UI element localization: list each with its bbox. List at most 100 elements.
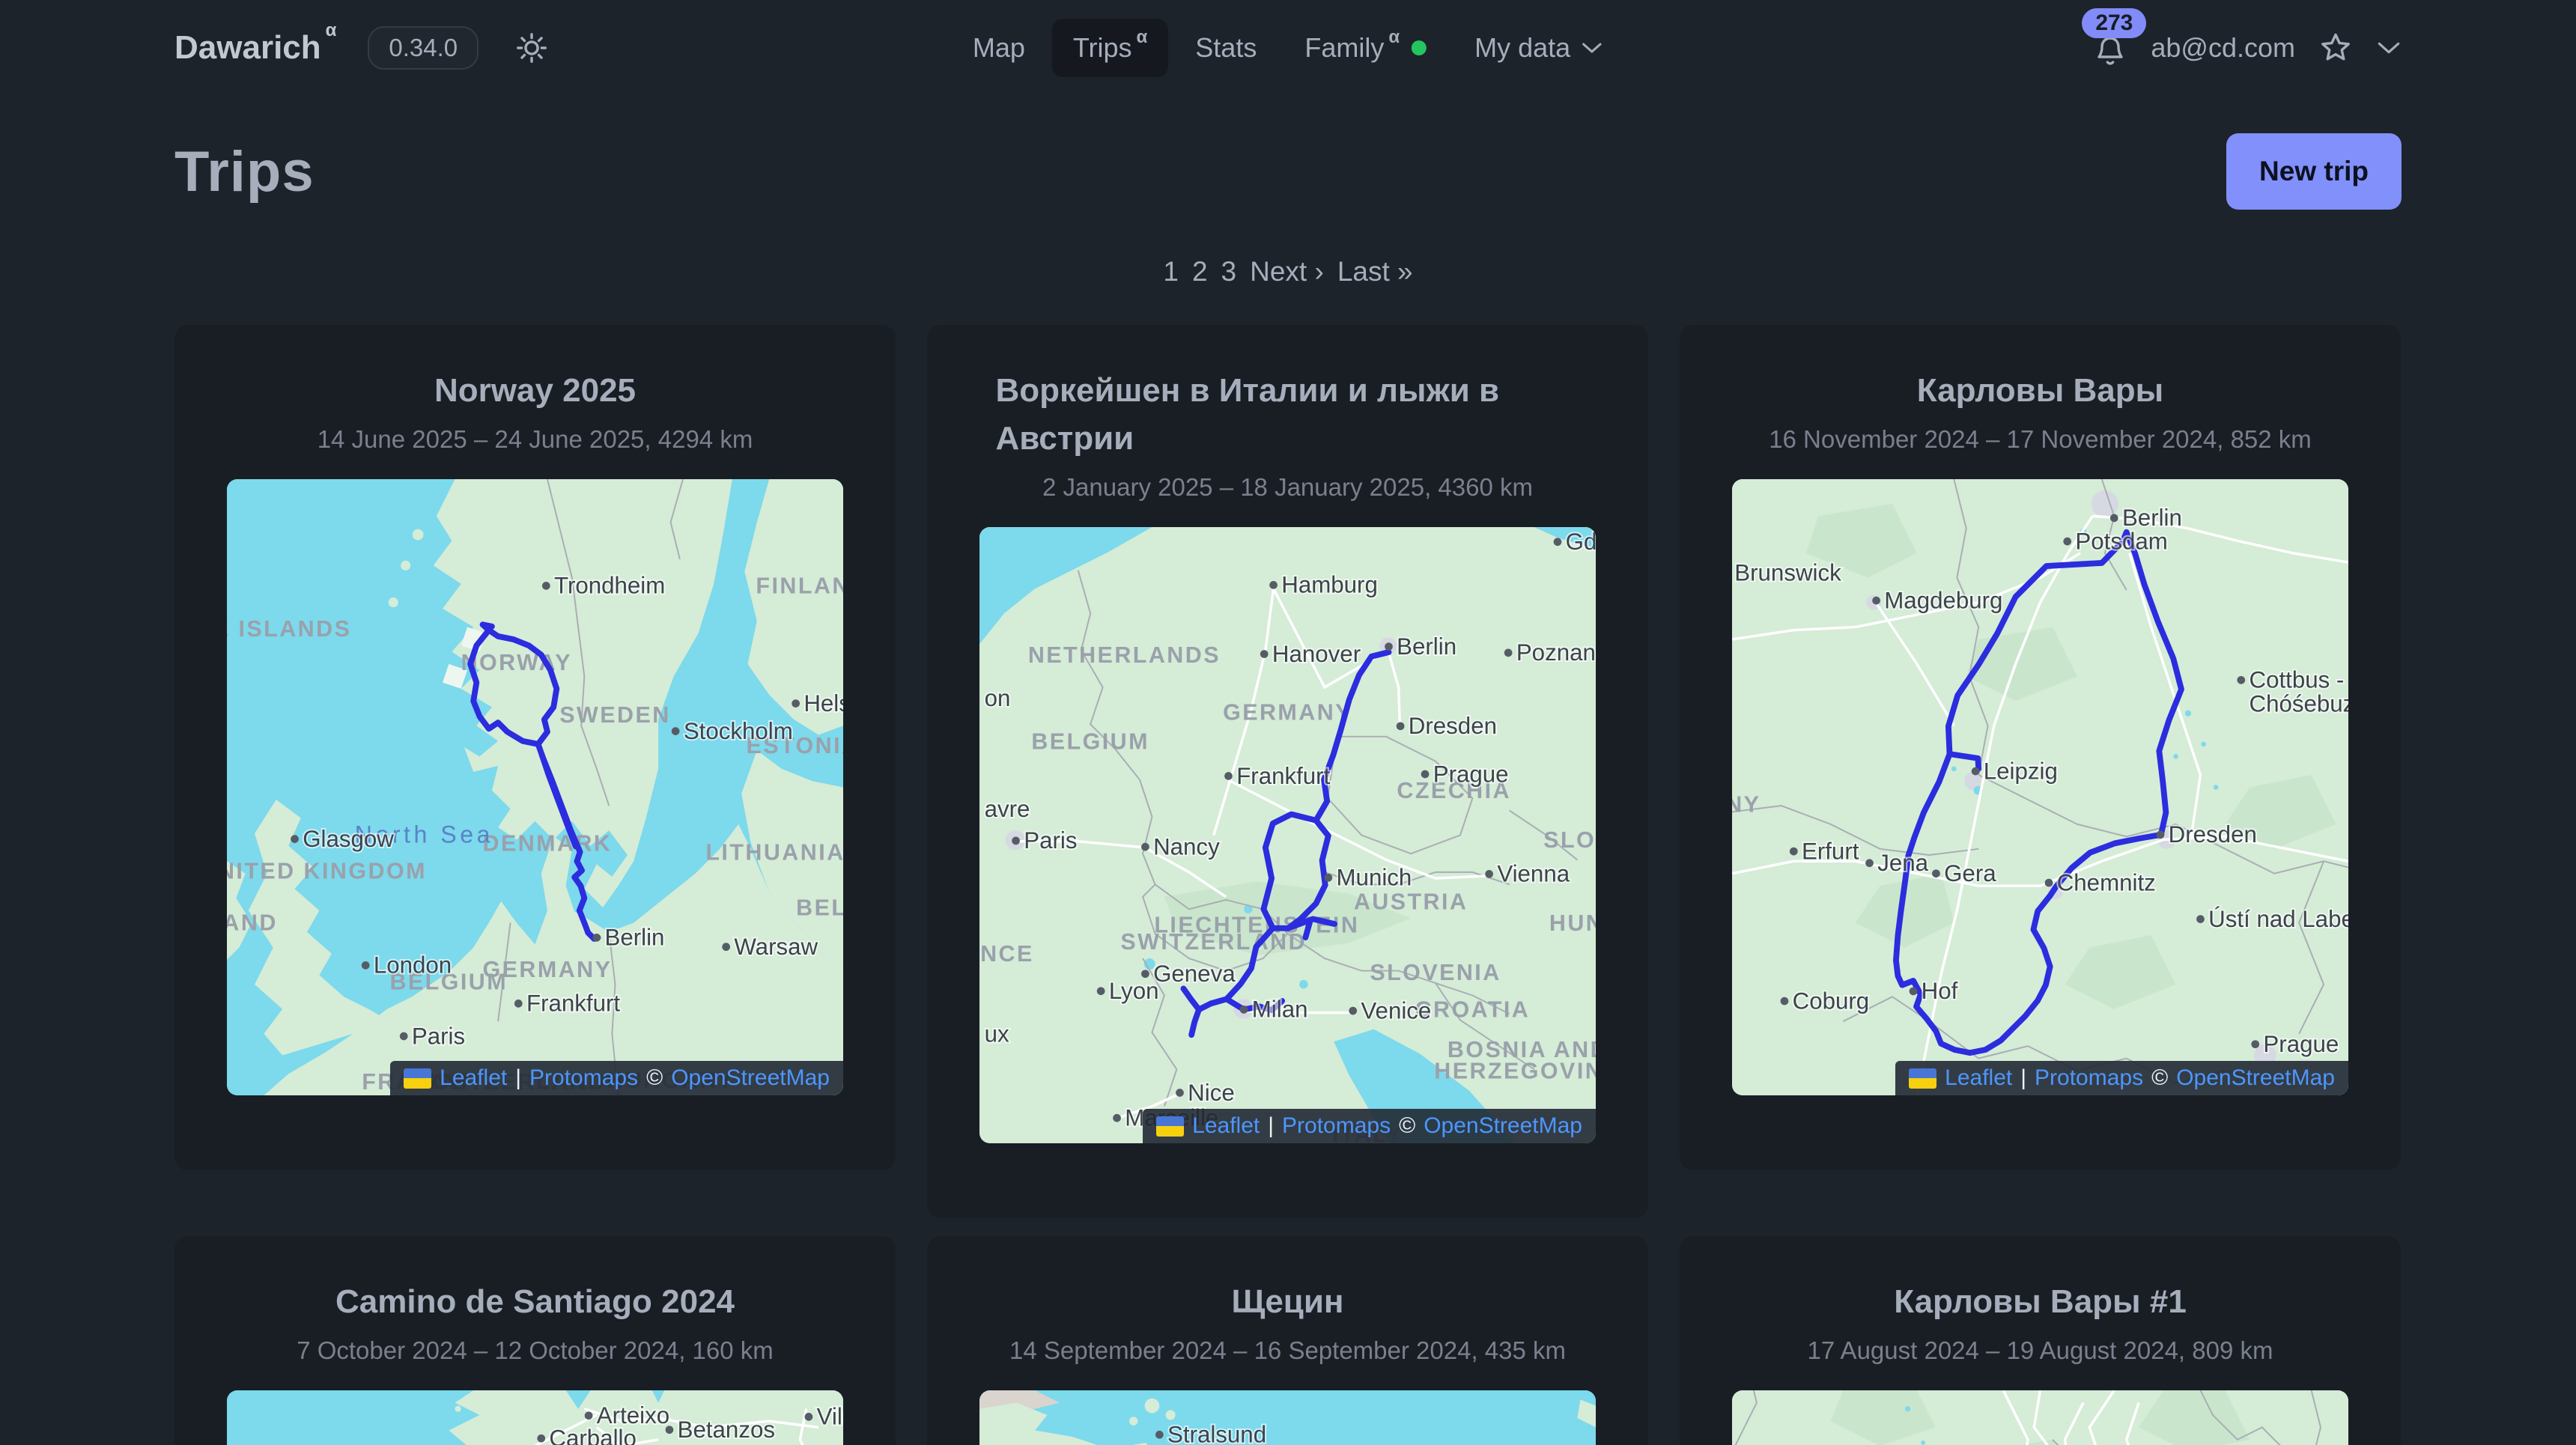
user-menu-chevron-down-icon[interactable]	[2376, 40, 2402, 56]
trip-card[interactable]: Карловы Вары #1 17 August 2024 – 19 Augu…	[1680, 1236, 2401, 1445]
trip-dates: 17 August 2024 – 19 August 2024, 809 km	[1698, 1333, 2383, 1368]
svg-text:London: London	[374, 952, 452, 979]
pagination-link[interactable]: Next ›	[1250, 256, 1324, 288]
svg-text:SLOVA: SLOVA	[1543, 827, 1596, 853]
svg-text:Geneva: Geneva	[1153, 961, 1236, 987]
pagination-link[interactable]: Last »	[1337, 256, 1413, 288]
chevron-down-icon	[1581, 41, 1603, 55]
svg-text:HUNG: HUNG	[1549, 910, 1596, 936]
osm-link[interactable]: OpenStreetMap	[1424, 1113, 1582, 1139]
svg-text:Paris: Paris	[412, 1023, 465, 1049]
trip-map[interactable]: Leaflet | Protomaps © OpenStreetMap	[1732, 1390, 2348, 1445]
user-email[interactable]: ab@cd.com	[2151, 32, 2295, 64]
svg-text:HERZEGOVINA: HERZEGOVINA	[1434, 1059, 1596, 1084]
trip-title: Camino de Santiago 2024	[192, 1278, 878, 1326]
trip-map[interactable]: NETHERLANDSBELGIUMGERMANYCZECHIASLOVAAUS…	[979, 527, 1596, 1143]
page-title: Trips	[174, 139, 315, 204]
svg-text:Chóśebuz: Chóśebuz	[2249, 691, 2348, 717]
nav-item-map[interactable]: Map	[952, 19, 1046, 77]
svg-text:avre: avre	[985, 796, 1030, 822]
svg-text:on: on	[985, 685, 1011, 711]
alpha-badge: α	[1137, 27, 1148, 48]
svg-text:Frankfurt: Frankfurt	[1236, 763, 1330, 789]
copyright-symbol: ©	[2151, 1065, 2168, 1091]
leaflet-link[interactable]: Leaflet	[1945, 1065, 2012, 1091]
svg-text:Coburg: Coburg	[1793, 988, 1870, 1014]
svg-text:Warsaw: Warsaw	[734, 934, 818, 960]
svg-text:Cottbus -: Cottbus -	[2249, 667, 2344, 693]
theme-toggle-sun-icon[interactable]	[514, 31, 549, 65]
svg-text:Dresden: Dresden	[2169, 821, 2257, 848]
svg-text:Helsin: Helsin	[804, 690, 843, 717]
pagination-link[interactable]: 1	[1163, 256, 1179, 288]
trip-card[interactable]: Воркейшен в Италии и лыжи в Австрии 2 Ja…	[927, 325, 1648, 1218]
pagination-link[interactable]: 2	[1192, 256, 1208, 288]
nav-item-trips[interactable]: Tripsα	[1052, 19, 1168, 77]
svg-text:NORWAY: NORWAY	[461, 650, 572, 675]
svg-text:ux: ux	[985, 1021, 1009, 1047]
trip-map[interactable]: NYBerlinPotsdamBrunswickMagdeburgCottbus…	[1732, 479, 2348, 1095]
svg-text:BELA: BELA	[796, 895, 843, 921]
protomaps-link[interactable]: Protomaps	[2035, 1065, 2143, 1091]
svg-text:AUSTRIA: AUSTRIA	[1354, 889, 1468, 914]
map-attribution: Leaflet | Protomaps © OpenStreetMap	[1895, 1061, 2348, 1095]
map-attribution: Leaflet | Protomaps © OpenStreetMap	[390, 1061, 843, 1095]
trip-dates: 14 June 2025 – 24 June 2025, 4294 km	[192, 422, 878, 457]
trip-title: Карловы Вары	[1698, 367, 2383, 415]
map-canvas: NETHERLANDSBELGIUMGERMANYCZECHIASLOVAAUS…	[979, 527, 1596, 1143]
notifications-bell[interactable]: 273	[2092, 20, 2128, 76]
pagination-link[interactable]: 3	[1221, 256, 1237, 288]
svg-text:Brunswick: Brunswick	[1734, 559, 1841, 585]
trip-dates: 16 November 2024 – 17 November 2024, 852…	[1698, 422, 2383, 457]
trip-card[interactable]: Norway 2025 14 June 2025 – 24 June 2025,…	[174, 325, 896, 1170]
svg-text:Stockholm: Stockholm	[684, 718, 793, 744]
trip-map[interactable]: E ISLANDSFINLANDNORWAYSWEDENESTONIAUNITE…	[227, 479, 843, 1095]
svg-text:Nice: Nice	[1188, 1080, 1235, 1106]
svg-text:Berlin: Berlin	[1397, 633, 1456, 660]
svg-text:Dresden: Dresden	[1409, 713, 1497, 739]
trip-title: Щецин	[945, 1278, 1630, 1326]
map-attribution: Leaflet | Protomaps © OpenStreetMap	[1143, 1109, 1596, 1143]
svg-text:Chemnitz: Chemnitz	[2057, 869, 2156, 895]
svg-text:Hof: Hof	[1922, 978, 1958, 1004]
notifications-count-badge: 273	[2082, 8, 2146, 38]
osm-link[interactable]: OpenStreetMap	[671, 1065, 830, 1091]
leaflet-link[interactable]: Leaflet	[1192, 1113, 1260, 1139]
app-logo[interactable]: Dawarichα	[174, 29, 336, 67]
svg-text:Vila: Vila	[817, 1404, 843, 1430]
svg-text:Poznan: Poznan	[1516, 639, 1596, 666]
svg-text:Venice: Venice	[1361, 997, 1431, 1023]
nav-item-my-data[interactable]: My data	[1453, 19, 1624, 77]
protomaps-link[interactable]: Protomaps	[1282, 1113, 1391, 1139]
svg-text:Trondheim: Trondheim	[554, 573, 665, 599]
svg-text:Vienna: Vienna	[1497, 861, 1570, 887]
nav-item-stats[interactable]: Stats	[1174, 19, 1278, 77]
trips-grid: Norway 2025 14 June 2025 – 24 June 2025,…	[174, 325, 2402, 1445]
protomaps-link[interactable]: Protomaps	[529, 1065, 638, 1091]
trip-dates: 2 January 2025 – 18 January 2025, 4360 k…	[945, 470, 1630, 505]
map-canvas	[1732, 1390, 2348, 1445]
leaflet-link[interactable]: Leaflet	[440, 1065, 507, 1091]
new-trip-button[interactable]: New trip	[2226, 133, 2402, 210]
svg-text:Gera: Gera	[1944, 860, 1996, 886]
osm-link[interactable]: OpenStreetMap	[2176, 1065, 2335, 1091]
svg-text:Carballo: Carballo	[549, 1425, 636, 1445]
svg-text:E ISLANDS: E ISLANDS	[227, 616, 351, 642]
copyright-symbol: ©	[1399, 1113, 1415, 1139]
trip-card[interactable]: Карловы Вары 16 November 2024 – 17 Novem…	[1680, 325, 2401, 1170]
svg-text:Berlin: Berlin	[2122, 505, 2182, 531]
star-icon[interactable]	[2318, 30, 2354, 66]
trip-map[interactable]: Stralsund Leaflet | Protomaps © OpenStre…	[979, 1390, 1596, 1445]
svg-text:Stralsund: Stralsund	[1167, 1422, 1266, 1445]
nav-item-family[interactable]: Familyα	[1284, 19, 1448, 77]
trip-card[interactable]: Camino de Santiago 2024 7 October 2024 –…	[174, 1236, 896, 1445]
svg-text:Nancy: Nancy	[1153, 833, 1220, 860]
ukraine-flag-icon	[404, 1068, 431, 1089]
trip-map[interactable]: ArteixoBetanzosVilaCarballo Leaflet | Pr…	[227, 1390, 843, 1445]
copyright-symbol: ©	[646, 1065, 663, 1091]
svg-text:Hanover: Hanover	[1272, 641, 1361, 667]
svg-text:Jena: Jena	[1877, 850, 1928, 876]
map-canvas: NYBerlinPotsdamBrunswickMagdeburgCottbus…	[1732, 479, 2348, 1095]
svg-text:LITHUANIA: LITHUANIA	[705, 840, 843, 866]
trip-card[interactable]: Щецин 14 September 2024 – 16 September 2…	[927, 1236, 1648, 1445]
